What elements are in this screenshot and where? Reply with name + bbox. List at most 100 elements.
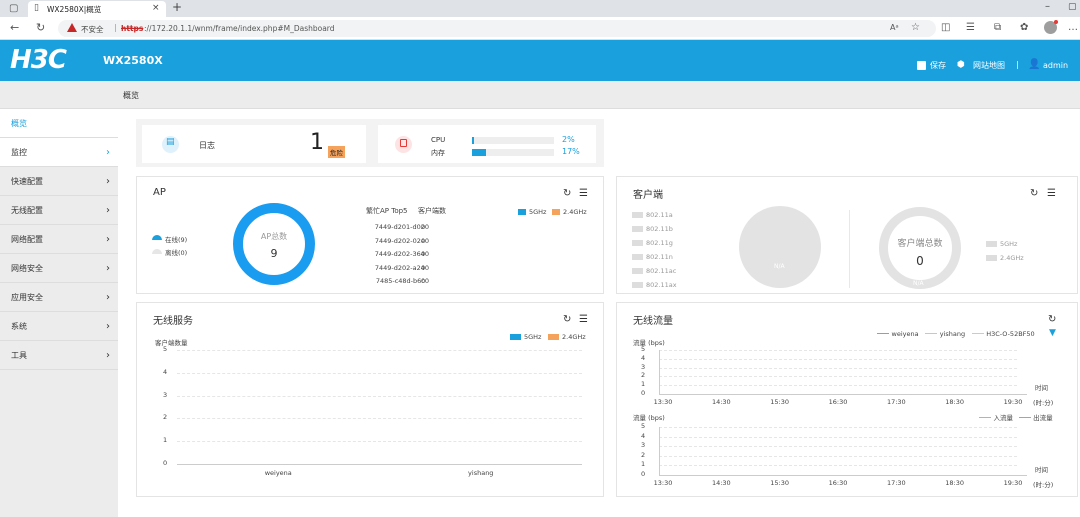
y-tick-label: 0 (163, 459, 168, 467)
mode-legend-item: 802.11b (632, 224, 677, 238)
y-tick-label: 3 (163, 390, 168, 399)
url-separator: | (114, 23, 117, 32)
log-icon: ▤ (166, 137, 175, 147)
y-tick-label: 2 (641, 450, 646, 459)
ap-panel-title: AP (153, 187, 166, 198)
sidebar-item-label: 概览 (11, 119, 27, 128)
sidebar-item-network-config[interactable]: 网络配置 › (0, 225, 118, 254)
mode-legend-item: 802.11g (632, 238, 677, 252)
gridline (177, 395, 582, 397)
chevron-right-icon: › (106, 234, 110, 245)
favorite-star-icon[interactable]: ☆ (911, 22, 920, 33)
reload-icon[interactable]: ↻ (36, 22, 45, 34)
mode-swatch (632, 225, 643, 232)
mode-label: 802.11g (646, 239, 673, 247)
cpu-bar-track (472, 137, 554, 144)
busy-ap-names: 7449-d201-d020 7449-d202-02e0 7449-d202-… (359, 223, 429, 291)
save-icon[interactable] (917, 61, 926, 70)
band-legend-item: 5GHz (986, 239, 1024, 253)
window-menu-icon[interactable]: ▢ (9, 3, 18, 15)
tab-title: WX2580X|概览 (47, 5, 102, 14)
gridline (659, 427, 1017, 428)
user-name[interactable]: admin (1043, 61, 1068, 71)
sitemap-link[interactable]: 网站地图 (973, 61, 1005, 71)
read-aloud-icon[interactable]: Aᵃ (890, 23, 899, 32)
browser-tab[interactable]: ▯ WX2580X|概览 × (28, 1, 166, 17)
gridline (177, 464, 582, 465)
gridline (659, 446, 1017, 448)
sidebar-item-app-security[interactable]: 应用安全 › (0, 283, 118, 312)
client-total-label: 客户端总数 (897, 239, 943, 249)
list-icon[interactable]: ☰ (579, 188, 588, 199)
y-tick-label: 0 (641, 470, 646, 478)
chevron-right-icon: › (106, 350, 110, 361)
y-tick-label: 1 (163, 436, 168, 445)
sidebar-item-label: 快速配置 (11, 177, 43, 186)
sidebar-item-wireless-config[interactable]: 无线配置 › (0, 196, 118, 225)
mode-label: 802.11ax (646, 281, 677, 289)
save-button[interactable]: 保存 (930, 61, 946, 71)
busy-ap-name: 7449-d201-d020 (374, 223, 429, 231)
client-panel: 客户端 ↻ ☰ 802.11a 802.11b 802.11g 802.11n … (616, 176, 1078, 294)
h3c-logo[interactable]: H3C (10, 45, 67, 75)
device-model: WX2580X (103, 54, 163, 67)
user-icon: 👤 (1028, 59, 1041, 70)
split-screen-icon[interactable]: ◫ (941, 22, 950, 34)
mode-label: 802.11b (646, 225, 673, 233)
offline-label: 离线(0) (165, 249, 188, 257)
mode-swatch (632, 267, 643, 274)
extensions-icon[interactable]: ✿ (1020, 22, 1028, 34)
browser-address-bar: ← ↻ 不安全 | https ://172.20.1.1/wnm/frame/… (0, 17, 1080, 40)
url-field[interactable]: 不安全 | https ://172.20.1.1/wnm/frame/inde… (58, 20, 936, 37)
sidebar-item-quick-config[interactable]: 快速配置 › (0, 167, 118, 196)
browser-tab-bar: ▢ ▯ WX2580X|概览 × + – ▢ (0, 0, 1080, 17)
legend-5g-label: 5GHz (529, 208, 547, 216)
pie-na-label: N/A (774, 263, 785, 270)
chevron-right-icon: › (106, 263, 110, 274)
sidebar-item-overview[interactable]: 概览 (0, 109, 118, 138)
sidebar-item-network-security[interactable]: 网络安全 › (0, 254, 118, 283)
minimize-icon[interactable]: – (1045, 1, 1050, 12)
breadcrumb-bar: 概览 (0, 81, 1080, 109)
sitemap-icon[interactable]: ⬢ (957, 60, 965, 70)
collections-icon[interactable]: ⧉ (994, 22, 1001, 34)
cpu-label: CPU (431, 136, 446, 144)
favorites-icon[interactable]: ☰ (966, 22, 975, 34)
refresh-icon[interactable]: ↻ (563, 188, 571, 199)
new-tab-icon[interactable]: + (172, 0, 182, 14)
sidebar-item-tools[interactable]: 工具 › (0, 341, 118, 370)
mode-legend-item: 802.11ac (632, 266, 677, 280)
tab-close-icon[interactable]: × (152, 3, 160, 13)
log-card[interactable]: ▤ 日志 1 危险 (142, 125, 366, 163)
back-icon[interactable]: ← (10, 22, 19, 34)
sidebar-item-system[interactable]: 系统 › (0, 312, 118, 341)
list-icon[interactable]: ☰ (1047, 188, 1056, 199)
refresh-icon[interactable]: ↻ (1030, 188, 1038, 199)
busy-ap-value: 0 (421, 263, 426, 272)
warning-icon (67, 23, 77, 32)
ap-total-value: 9 (270, 247, 278, 260)
resource-card: CPU 内存 2% 17% (378, 125, 596, 163)
busy-ap-name: 7449-d202-a240 (374, 263, 429, 272)
gridline (659, 455, 1017, 457)
chevron-right-icon: › (106, 147, 110, 158)
busy-ap-value: 0 (421, 250, 426, 258)
band-swatch (986, 240, 997, 247)
memory-label: 内存 (431, 149, 445, 157)
busy-ap-name: 7449-d202-02e0 (374, 236, 429, 245)
sidebar-item-monitor[interactable]: 监控 › (0, 138, 118, 167)
wireless-service-panel: 无线服务 ↻ ☰ 5GHz 2.4GHz 客户端数量 0 1 2 3 4 5 weiyena… (136, 302, 604, 497)
sidebar: 概览 监控 › 快速配置 › 无线配置 › 网络配置 › 网络安全 › 应用安全 › 系统 ›… (0, 109, 118, 517)
online-label: 在线(9) (165, 236, 188, 244)
restore-icon[interactable]: ▢ (1068, 2, 1077, 12)
sidebar-item-label: 网络配置 (11, 235, 43, 244)
gridline (177, 441, 582, 443)
busy-ap-name: 7485-c48d-b6c0 (375, 277, 429, 285)
url-text: ://172.20.1.1/wnm/frame/index.php#M_Dash… (144, 24, 335, 33)
more-icon[interactable]: … (1068, 22, 1078, 34)
url-scheme: https (121, 24, 144, 33)
sidebar-item-label: 工具 (11, 351, 27, 360)
y-tick-label: 2 (163, 413, 168, 422)
profile-dot (1054, 20, 1058, 24)
danger-badge: 危险 (328, 146, 345, 158)
